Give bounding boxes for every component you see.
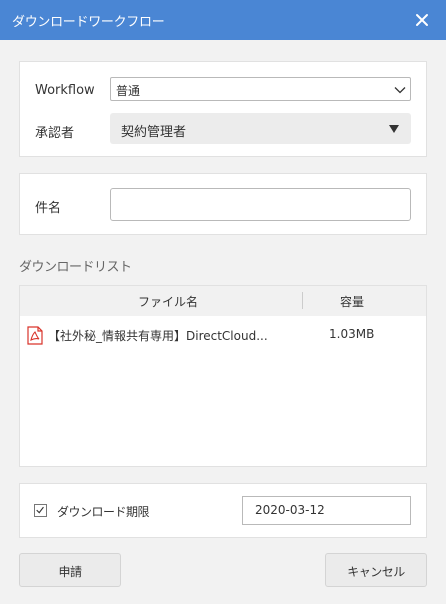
file-name: 【社外秘_情報共有専用】DirectCloud... [48, 329, 268, 343]
pdf-file-icon [27, 326, 43, 345]
deadline-label: ダウンロード期限 [57, 505, 150, 519]
file-size: 1.03MB [329, 327, 375, 341]
subject-label: 件名 [35, 201, 62, 216]
download-list-title: ダウンロードリスト [19, 260, 132, 275]
list-item[interactable]: 【社外秘_情報共有専用】DirectCloud... 1.03MB [20, 322, 426, 348]
caret-down-icon [389, 125, 399, 133]
column-divider [302, 292, 303, 309]
approver-label: 承認者 [35, 126, 75, 141]
workflow-label: Workflow [35, 83, 95, 98]
deadline-date-input[interactable]: 2020-03-12 [242, 496, 411, 525]
chevron-down-icon [394, 87, 406, 94]
workflow-panel: Workflow 普通 承認者 契約管理者 [19, 61, 427, 157]
approver-select[interactable]: 契約管理者 [110, 113, 411, 144]
workflow-select[interactable]: 普通 [110, 77, 411, 101]
dialog-title: ダウンロードワークフロー [12, 15, 165, 30]
cancel-button[interactable]: キャンセル [325, 553, 427, 587]
checkmark-icon [36, 506, 44, 514]
column-header-size[interactable]: 容量 [340, 293, 364, 310]
deadline-date-value: 2020-03-12 [255, 503, 325, 517]
column-header-filename[interactable]: ファイル名 [138, 293, 198, 310]
close-icon[interactable] [410, 8, 434, 32]
deadline-checkbox[interactable] [34, 504, 47, 517]
title-bar: ダウンロードワークフロー [0, 0, 446, 40]
download-list: ファイル名 容量 【社外秘_情報共有専用】DirectCloud... 1.03… [19, 285, 427, 467]
workflow-select-value: 普通 [116, 84, 141, 98]
cancel-button-label: キャンセル [347, 565, 405, 579]
apply-button-label: 申請 [58, 565, 82, 579]
approver-select-value: 契約管理者 [121, 125, 187, 140]
deadline-panel: ダウンロード期限 2020-03-12 [19, 483, 427, 538]
subject-panel: 件名 [19, 173, 427, 235]
list-header: ファイル名 容量 [20, 286, 426, 316]
apply-button[interactable]: 申請 [19, 553, 121, 587]
subject-input[interactable] [110, 188, 411, 221]
